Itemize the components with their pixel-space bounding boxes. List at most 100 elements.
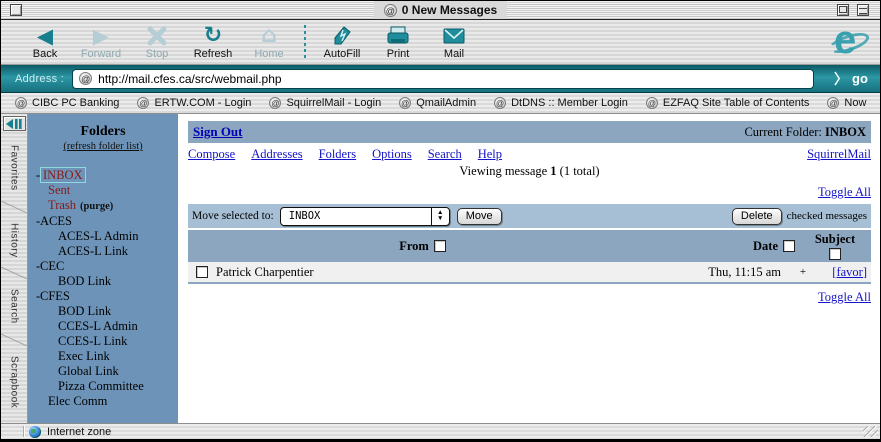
delete-button[interactable]: Delete xyxy=(732,208,782,225)
message-from: Patrick Charpentier xyxy=(216,265,655,280)
tab-divider xyxy=(1,334,27,346)
zoom-box-icon[interactable] xyxy=(837,4,849,16)
from-sort-checkbox[interactable] xyxy=(434,240,446,252)
address-input[interactable] xyxy=(98,72,807,86)
message-row[interactable]: Patrick Charpentier Thu, 11:15 am + [fav… xyxy=(188,262,871,282)
security-zone-globe-icon xyxy=(29,426,41,438)
sidebar-tab-favorites[interactable]: Favorites xyxy=(9,135,20,201)
toggle-all-bottom-link[interactable]: Toggle All xyxy=(818,290,871,304)
resize-grip[interactable] xyxy=(863,426,878,437)
folder-item-elec-comm[interactable]: Elec Comm xyxy=(28,394,178,409)
nav-addresses-link[interactable]: Addresses xyxy=(251,147,302,162)
internet-explorer-logo-icon: e xyxy=(828,21,872,63)
folder-item-pizza-committee[interactable]: Pizza Committee xyxy=(28,379,178,394)
from-column-header: From xyxy=(192,239,653,254)
close-box-icon[interactable] xyxy=(10,4,22,16)
move-button[interactable]: Move xyxy=(457,208,502,225)
print-button[interactable]: Print xyxy=(370,23,426,60)
forward-button[interactable]: ▶ Forward xyxy=(73,23,129,60)
stop-icon xyxy=(147,23,167,48)
favorite-at-icon xyxy=(269,97,281,109)
address-field[interactable] xyxy=(72,69,814,89)
mail-icon xyxy=(442,23,466,48)
message-table: From Date Subject Patrick Charpentier xyxy=(188,230,871,284)
sidebar-tab-history[interactable]: History xyxy=(9,213,20,268)
favorite-at-icon xyxy=(15,97,27,109)
collapse-sidebar-button[interactable] xyxy=(3,116,26,131)
favorite-item[interactable]: EZFAQ Site Table of Contents xyxy=(646,97,810,109)
folder-item-aces-l-admin[interactable]: ACES-L Admin xyxy=(28,229,178,244)
window-title-area: 0 New Messages xyxy=(374,1,507,19)
favorite-item[interactable]: ERTW.COM - Login xyxy=(137,97,251,109)
back-button[interactable]: ◀ Back xyxy=(17,23,73,60)
refresh-icon: ↻ xyxy=(204,23,222,48)
window-title: 0 New Messages xyxy=(402,3,497,17)
toggle-all-top-row: Toggle All xyxy=(188,185,871,200)
favorite-item[interactable]: QmailAdmin xyxy=(399,97,476,109)
squirrelmail-link[interactable]: SquirrelMail xyxy=(807,147,871,162)
webmail-nav: Compose Addresses Folders Options Search… xyxy=(188,147,871,162)
window-titlebar[interactable]: 0 New Messages xyxy=(1,1,880,20)
refresh-folder-list-link[interactable]: (refresh folder list) xyxy=(28,141,178,152)
home-button[interactable]: ⌂ Home xyxy=(241,23,297,60)
folder-item-inbox[interactable]: -INBOX xyxy=(28,168,178,183)
folder-item-cces-l-admin[interactable]: CCES-L Admin xyxy=(28,319,178,334)
date-sort-checkbox[interactable] xyxy=(783,240,795,252)
sidebar-tab-scrapbook[interactable]: Scrapbook xyxy=(9,346,20,418)
toggle-all-top-link[interactable]: Toggle All xyxy=(818,185,871,199)
url-at-icon xyxy=(79,72,92,85)
favorite-item[interactable]: CIBC PC Banking xyxy=(15,97,119,109)
favorite-item[interactable]: DtDNS :: Member Login xyxy=(494,97,628,109)
message-checkbox[interactable] xyxy=(196,266,208,278)
folder-item-sent[interactable]: Sent xyxy=(28,183,178,198)
go-button[interactable]: 〉 go xyxy=(822,65,880,92)
folder-item-aces[interactable]: -ACES xyxy=(28,214,178,229)
print-icon xyxy=(386,23,410,48)
favorite-item[interactable]: Now xyxy=(827,97,866,109)
subject-column-header: Subject xyxy=(803,232,867,260)
folder-item-trash[interactable]: Trash(purge) xyxy=(28,198,178,214)
sidebar-tab-search[interactable]: Search xyxy=(9,279,20,334)
autofill-icon xyxy=(331,23,353,48)
webmail-header-bar: Sign Out Current Folder: INBOX xyxy=(188,121,871,143)
folder-item-aces-l-link[interactable]: ACES-L Link xyxy=(28,244,178,259)
current-folder: Current Folder: INBOX xyxy=(744,125,866,140)
nav-compose-link[interactable]: Compose xyxy=(188,147,235,162)
favorite-at-icon xyxy=(137,97,149,109)
folder-item-bod-link-2[interactable]: BOD Link xyxy=(28,304,178,319)
sign-out-link[interactable]: Sign Out xyxy=(193,124,243,140)
address-bar: Address : 〉 go xyxy=(1,65,880,93)
message-subject-link[interactable]: [favor] xyxy=(832,265,867,279)
subject-sort-checkbox[interactable] xyxy=(829,248,841,260)
toggle-all-bottom-row: Toggle All xyxy=(188,290,871,305)
folder-item-cec[interactable]: -CEC xyxy=(28,259,178,274)
windowshade-box-icon[interactable] xyxy=(857,4,869,16)
favorite-at-icon xyxy=(494,97,506,109)
message-plus-flag: + xyxy=(795,266,811,278)
select-arrows-icon: ▲▼ xyxy=(431,208,449,225)
folder-item-cces-l-link[interactable]: CCES-L Link xyxy=(28,334,178,349)
favorite-at-icon xyxy=(399,97,411,109)
message-table-header: From Date Subject xyxy=(188,230,871,262)
move-folder-select[interactable]: INBOX ▲▼ xyxy=(280,207,450,226)
mail-button[interactable]: Mail xyxy=(426,23,482,60)
viewing-status: Viewing message 1 (1 total) xyxy=(188,164,871,179)
folder-item-bod-link[interactable]: BOD Link xyxy=(28,274,178,289)
nav-help-link[interactable]: Help xyxy=(478,147,502,162)
favorite-item[interactable]: SquirrelMail - Login xyxy=(269,97,381,109)
nav-options-link[interactable]: Options xyxy=(372,147,412,162)
nav-search-link[interactable]: Search xyxy=(428,147,462,162)
refresh-button[interactable]: ↻ Refresh xyxy=(185,23,241,60)
folder-item-cfes[interactable]: -CFES xyxy=(28,289,178,304)
stop-button[interactable]: Stop xyxy=(129,23,185,60)
webmail-pane: Sign Out Current Folder: INBOX Compose A… xyxy=(178,114,880,423)
folder-item-exec-link[interactable]: Exec Link xyxy=(28,349,178,364)
folder-item-global-link[interactable]: Global Link xyxy=(28,364,178,379)
purge-link[interactable]: (purge) xyxy=(80,201,113,212)
nav-folders-link[interactable]: Folders xyxy=(319,147,357,162)
go-chevron-icon: 〉 xyxy=(834,69,848,89)
delete-group: Delete checked messages xyxy=(725,208,867,225)
autofill-button[interactable]: AutoFill xyxy=(314,23,370,60)
page-at-icon xyxy=(384,4,397,17)
date-column-header: Date xyxy=(653,239,803,254)
